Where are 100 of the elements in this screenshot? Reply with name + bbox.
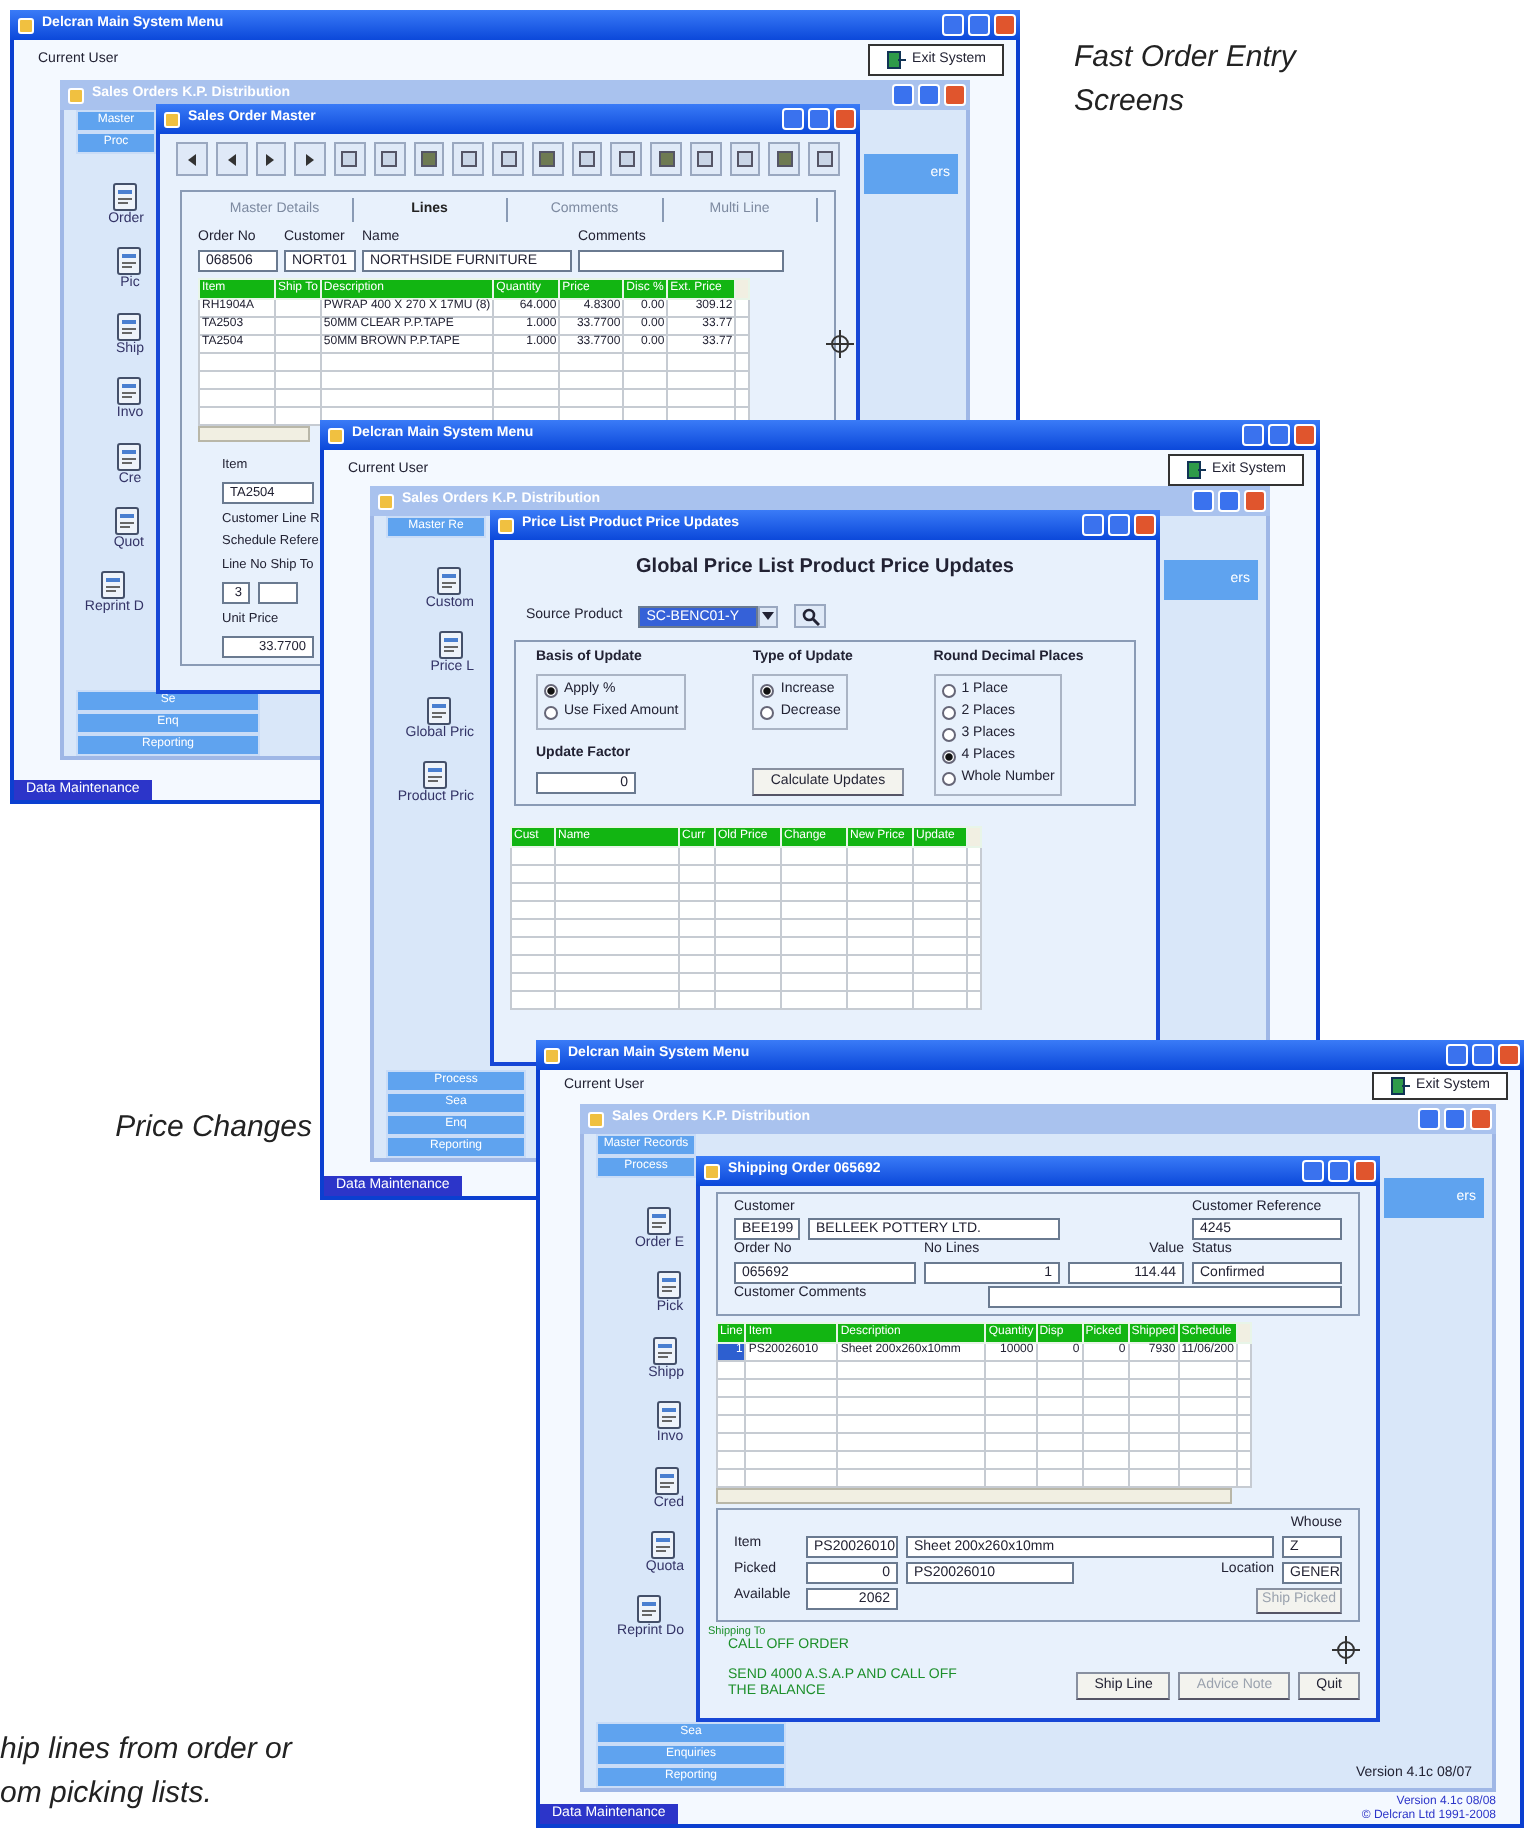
window-icon [68, 87, 84, 103]
radio-button[interactable] [760, 683, 775, 698]
minimize-button[interactable] [782, 108, 804, 130]
toolbar-button[interactable] [334, 142, 366, 176]
input-field[interactable] [578, 249, 784, 272]
close-button[interactable] [1354, 1160, 1376, 1182]
tool-icon [340, 150, 359, 168]
maximize-button[interactable] [1268, 424, 1290, 446]
toolbar-button[interactable] [531, 142, 564, 176]
window-icon [544, 1047, 560, 1063]
toolbar-button[interactable] [571, 142, 603, 176]
close-button[interactable] [1244, 490, 1266, 512]
toolbar-button[interactable] [729, 142, 761, 176]
tool-icon [775, 150, 794, 168]
minimize-button[interactable] [1302, 1160, 1324, 1182]
maximize-button[interactable] [1444, 1108, 1466, 1130]
radio-button[interactable] [544, 683, 558, 698]
tool-icon [617, 150, 636, 168]
tool-icon [380, 150, 399, 168]
close-button[interactable] [1498, 1044, 1520, 1066]
window-icon [704, 1163, 720, 1179]
close-button[interactable] [944, 84, 966, 106]
tool-icon [538, 150, 557, 168]
document-icon [116, 441, 144, 472]
document-icon [115, 311, 144, 342]
toolbar-button[interactable] [689, 142, 722, 176]
minimize-button[interactable] [1192, 490, 1214, 512]
tool-icon [657, 150, 676, 168]
document-icon [425, 695, 454, 726]
tool-icon [459, 150, 478, 168]
tool-icon [578, 150, 597, 168]
toolbar-button[interactable] [808, 142, 841, 176]
document-icon [652, 1335, 681, 1366]
arrow-icon [185, 153, 198, 165]
document-icon [435, 566, 464, 596]
window-icon [328, 427, 344, 443]
toolbar-button[interactable] [650, 142, 682, 176]
tool-icon [815, 150, 834, 168]
document-icon [645, 1206, 674, 1236]
close-button[interactable] [834, 108, 856, 130]
minimize-button[interactable] [1446, 1044, 1468, 1066]
window-icon [18, 17, 34, 33]
dropdown-button[interactable] [758, 605, 779, 627]
door-icon [886, 50, 907, 70]
maximize-button[interactable] [1472, 1044, 1494, 1066]
radio-button[interactable] [941, 771, 956, 786]
radio-button[interactable] [544, 705, 558, 720]
radio-button[interactable] [941, 683, 956, 698]
toolbar-button[interactable] [255, 142, 287, 176]
heading: Global Price List Product Price Updates [634, 554, 1016, 582]
toolbar-button[interactable] [413, 142, 445, 176]
document-icon [100, 570, 129, 601]
caption-text: Price Changes [115, 1108, 312, 1148]
maximize-button[interactable] [968, 14, 990, 36]
radio-button[interactable] [941, 705, 956, 720]
close-button[interactable] [1134, 514, 1156, 536]
radio-button[interactable] [941, 727, 956, 742]
radio-button[interactable] [941, 749, 956, 764]
maximize-button[interactable] [1108, 514, 1130, 536]
close-button[interactable] [1470, 1108, 1492, 1130]
document-icon [116, 246, 144, 277]
input-field[interactable] [988, 1285, 1342, 1308]
minimize-button[interactable] [1242, 424, 1264, 446]
crosshair-icon [826, 330, 854, 358]
minimize-button[interactable] [1082, 514, 1104, 536]
toolbar-button[interactable] [176, 142, 208, 176]
toolbar-button[interactable] [294, 142, 327, 176]
arrow-icon [304, 153, 317, 165]
document-icon [636, 1594, 665, 1625]
maximize-button[interactable] [808, 108, 830, 130]
crosshair-icon [1332, 1635, 1360, 1664]
close-button[interactable] [1294, 424, 1316, 446]
document-icon [656, 1400, 684, 1431]
window-icon [588, 1111, 604, 1127]
toolbar-button[interactable] [452, 142, 485, 176]
minimize-button[interactable] [942, 14, 964, 36]
search-icon [801, 607, 820, 625]
radio-button[interactable] [760, 705, 775, 720]
document-icon [656, 1270, 684, 1301]
minimize-button[interactable] [892, 84, 914, 106]
toolbar-button[interactable] [373, 142, 406, 176]
close-button[interactable] [994, 14, 1016, 36]
maximize-button[interactable] [1328, 1160, 1350, 1182]
toolbar-button[interactable] [492, 142, 524, 176]
document-icon [438, 630, 467, 661]
arrow-icon [264, 153, 277, 165]
toolbar-button[interactable] [610, 142, 643, 176]
input-field[interactable] [258, 581, 298, 604]
minimize-button[interactable] [1418, 1108, 1440, 1130]
maximize-button[interactable] [1218, 490, 1240, 512]
maximize-button[interactable] [918, 84, 940, 106]
document-icon [112, 182, 141, 212]
tool-icon [419, 150, 438, 168]
caption-text: hip lines from order or om picking lists. [0, 1730, 292, 1814]
document-icon [654, 1465, 683, 1496]
toolbar-button[interactable] [215, 142, 248, 176]
toolbar-button[interactable] [768, 142, 801, 176]
document-icon [650, 1529, 679, 1560]
tool-icon [736, 150, 755, 168]
search-button[interactable] [794, 604, 827, 628]
